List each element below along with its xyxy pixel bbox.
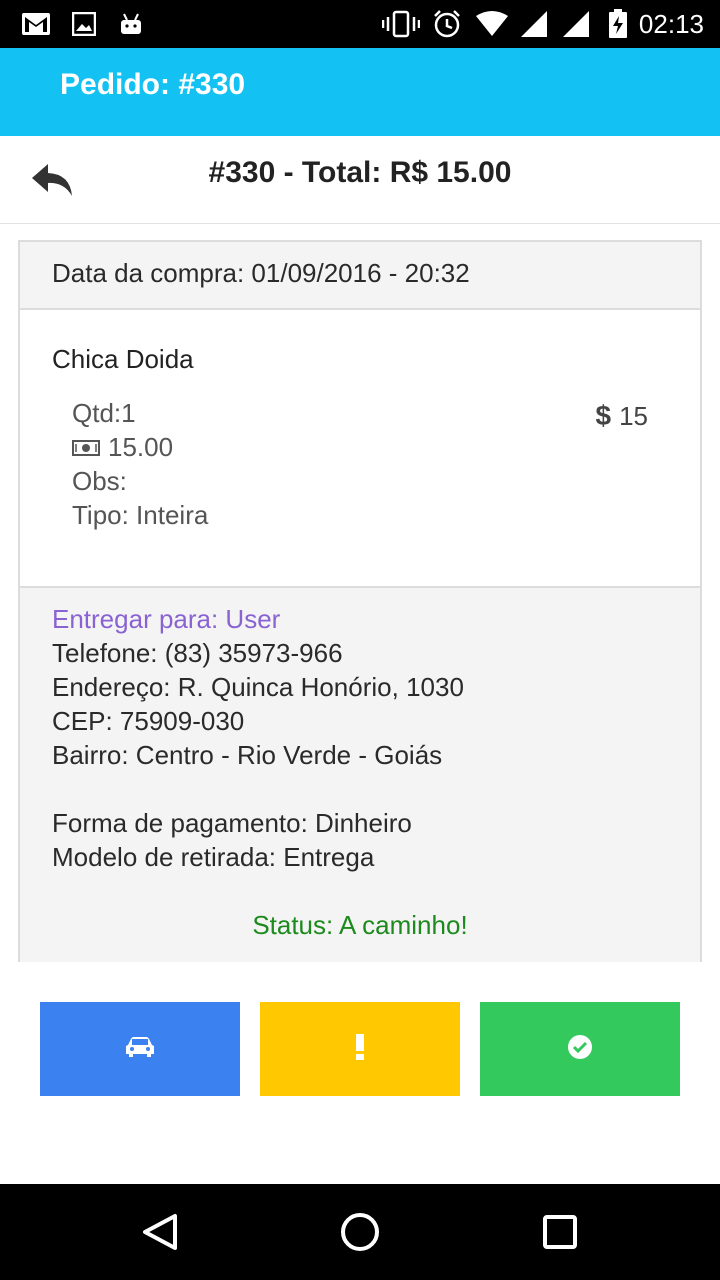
delivery-address: Endereço: R. Quinca Honório, 1030 [52,672,464,702]
order-card: Data da compra: 01/09/2016 - 20:32 Chica… [18,240,702,962]
problem-button[interactable] [260,1002,460,1096]
vibrate-icon [382,10,420,38]
pickup-model: Modelo de retirada: Entrega [52,842,375,872]
status-bar: 02:13 [0,0,720,48]
app-bar: Pedido: #330 [0,48,720,136]
car-icon [125,1036,155,1063]
item-unit-price: 15.00 [108,432,174,462]
order-item: Chica Doida Qtd:1 15.00 Obs: Tipo: Intei… [20,312,700,588]
back-triangle-icon [140,1212,180,1257]
on-the-way-button[interactable] [40,1002,240,1096]
navigation-bar [0,1184,720,1280]
gmail-icon [22,10,50,38]
delivered-button[interactable] [480,1002,680,1096]
check-circle-icon [567,1034,593,1065]
purchase-date: Data da compra: 01/09/2016 - 20:32 [52,258,470,288]
home-circle-icon [340,1212,380,1257]
app-bar-title: Pedido: #330 [60,68,246,101]
image-icon [72,10,96,38]
item-quantity: Qtd:1 [72,398,136,428]
signal-icon [520,10,548,38]
nav-home-button[interactable] [338,1212,382,1256]
alarm-icon [432,10,462,38]
android-icon [118,10,144,38]
nav-recents-button[interactable] [538,1212,582,1256]
order-total-heading: #330 - Total: R$ 15.00 [208,156,512,189]
recents-square-icon [542,1214,578,1255]
status-time: 02:13 [638,9,704,39]
item-price-value: 15 [619,400,648,431]
delivery-phone: Telefone: (83) 35973-966 [52,638,343,668]
payment-method: Forma de pagamento: Dinheiro [52,808,412,838]
delivery-district: Bairro: Centro - Rio Verde - Goiás [52,740,443,770]
purchase-date-row: Data da compra: 01/09/2016 - 20:32 [20,242,700,310]
signal-icon-2 [562,10,590,38]
dollar-icon: $ [595,400,612,431]
nav-back-button[interactable] [138,1212,182,1256]
delivery-recipient: Entregar para: User [52,604,281,634]
item-name: Chica Doida [52,344,194,374]
item-price: $ 15 [596,400,649,432]
wifi-icon [476,10,508,38]
battery-charging-icon [608,9,628,38]
item-obs: Obs: [72,466,127,496]
order-status: Status: A caminho! [252,910,468,940]
item-type: Tipo: Inteira [72,500,209,530]
money-icon [72,432,100,463]
item-unit-price-row: 15.00 [72,432,173,463]
order-header: #330 - Total: R$ 15.00 [0,136,720,224]
delivery-info: Entregar para: User Telefone: (83) 35973… [20,588,700,962]
exclamation-icon [355,1033,365,1065]
delivery-cep: CEP: 75909-030 [52,706,245,736]
